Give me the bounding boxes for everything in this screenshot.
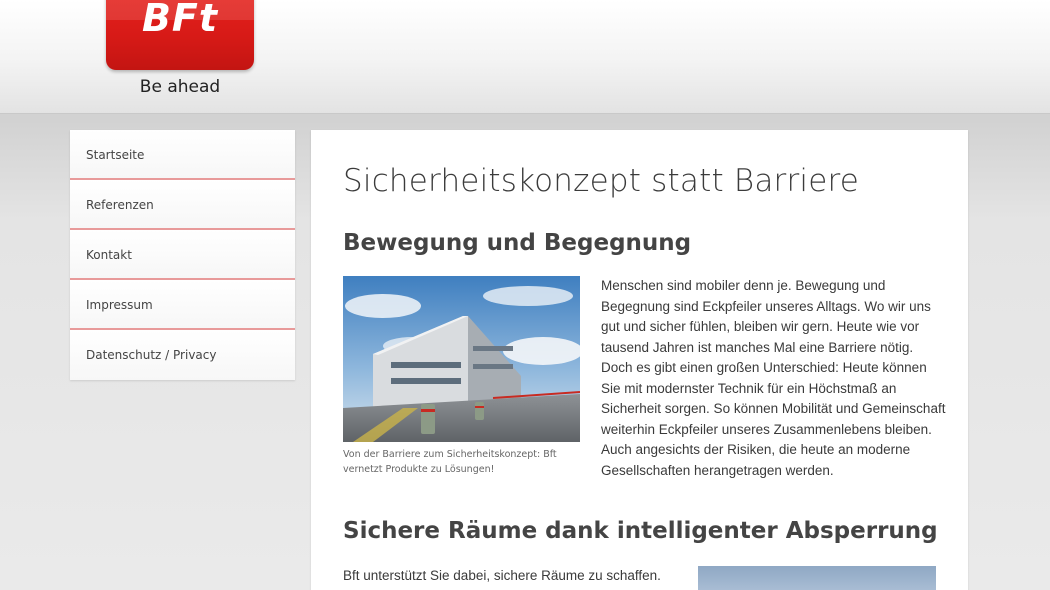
site-header: BFt Be ahead: [0, 0, 1050, 114]
sidebar-item-kontakt[interactable]: Kontakt: [70, 230, 295, 280]
photo-caption: Von der Barriere zum Sicherheitskonzept:…: [343, 449, 557, 475]
sidebar-item-startseite[interactable]: Startseite: [70, 130, 295, 180]
logo-text: BFt: [141, 0, 219, 40]
intro-paragraph: Menschen sind mobiler denn je. Bewegung …: [601, 278, 946, 478]
logo-tagline: Be ahead: [139, 77, 221, 97]
bft-logo[interactable]: BFt: [106, 0, 254, 70]
sidebar-item-impressum[interactable]: Impressum: [70, 280, 295, 330]
sidebar-item-datenschutz[interactable]: Datenschutz / Privacy: [70, 330, 295, 380]
sidebar-item-referenzen[interactable]: Referenzen: [70, 180, 295, 230]
section-heading-sichere-raeume: Sichere Räume dank intelligenter Absperr…: [343, 518, 938, 544]
secure-spaces-photo: [698, 566, 936, 590]
section-heading-bewegung: Bewegung und Begegnung: [343, 230, 692, 256]
sidebar-nav: Startseite Referenzen Kontakt Impressum …: [70, 130, 295, 380]
building-photo-illustration: [343, 276, 580, 442]
secure-spaces-paragraph: Bft unterstützt Sie dabei, sichere Räume…: [343, 568, 661, 583]
page-title: Sicherheitskonzept statt Barriere: [343, 163, 860, 199]
building-photo: [343, 276, 580, 442]
main-content: Sicherheitskonzept statt Barriere Bewegu…: [311, 130, 968, 590]
